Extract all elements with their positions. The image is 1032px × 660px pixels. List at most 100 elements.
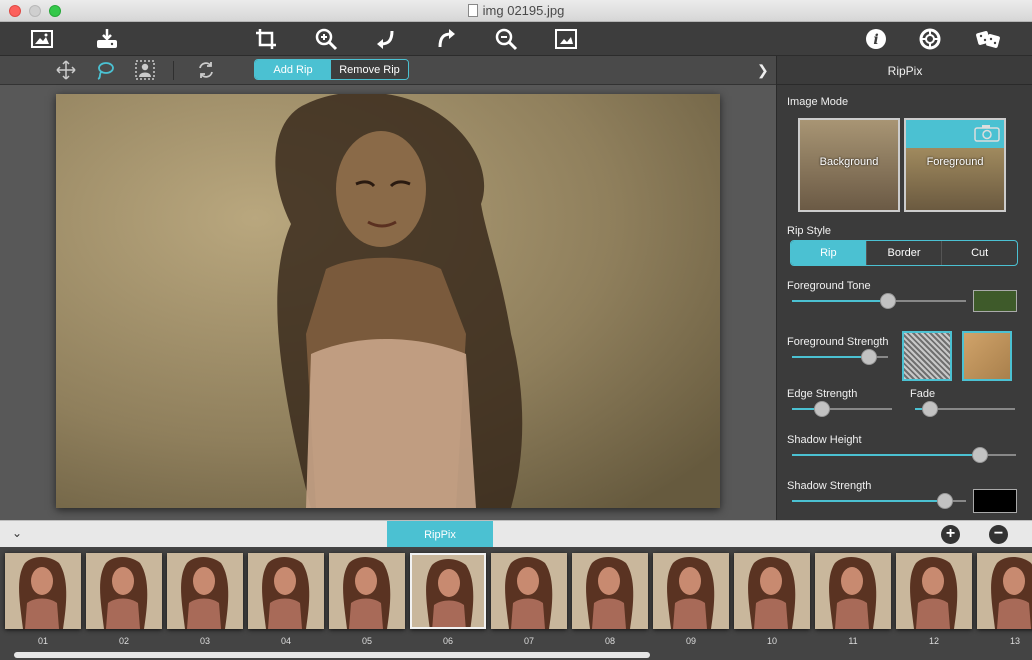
- preset-thumbnail[interactable]: [329, 553, 405, 629]
- rip-style-label: Rip Style: [787, 225, 832, 237]
- preset-preview: [653, 553, 729, 629]
- shadow-height-label: Shadow Height: [787, 434, 862, 446]
- chevron-down-icon[interactable]: ⌄: [12, 526, 22, 540]
- preset-preview: [491, 553, 567, 629]
- image-canvas[interactable]: [0, 85, 776, 519]
- style-rip-button[interactable]: Rip: [791, 241, 867, 265]
- foreground-tone-swatch[interactable]: [973, 290, 1017, 312]
- preset-thumbnail[interactable]: [5, 553, 81, 629]
- preset-number: 11: [848, 636, 858, 646]
- preset-thumbnail[interactable]: [815, 553, 891, 629]
- info-icon[interactable]: i: [862, 26, 890, 52]
- preset-preview: [5, 553, 81, 629]
- window-title-text: img 02195.jpg: [482, 3, 565, 18]
- preset-thumbnail[interactable]: [248, 553, 324, 629]
- style-border-button[interactable]: Border: [867, 241, 943, 265]
- preset-thumbnail[interactable]: [167, 553, 243, 629]
- foreground-tone-label: Foreground Tone: [787, 280, 871, 292]
- preset-thumbnail[interactable]: [86, 553, 162, 629]
- edge-strength-slider[interactable]: [792, 401, 892, 417]
- svg-text:i: i: [873, 32, 878, 48]
- foreground-strength-slider[interactable]: [792, 349, 888, 365]
- move-icon[interactable]: [54, 59, 78, 81]
- app-window: img 02195.jpg i Add Rip Remove Rip ❯ Rip…: [0, 0, 1032, 660]
- preset-number: 10: [766, 636, 777, 646]
- preset-preview: [167, 553, 243, 629]
- preset-number: 13: [1009, 636, 1020, 646]
- mode-foreground-thumb[interactable]: Foreground: [904, 118, 1006, 212]
- slider-knob[interactable]: [922, 401, 938, 417]
- tool-options-bar: Add Rip Remove Rip: [0, 56, 776, 85]
- preset-thumbnail[interactable]: [491, 553, 567, 629]
- preset-thumbnail[interactable]: [410, 553, 486, 629]
- window-title: img 02195.jpg: [0, 3, 1032, 18]
- texture-paper-thumb[interactable]: [902, 331, 952, 381]
- preset-number: 12: [928, 636, 939, 646]
- preset-preview: [412, 555, 484, 627]
- texture-wood-thumb[interactable]: [962, 331, 1012, 381]
- mode-background-label: Background: [819, 156, 879, 168]
- title-bar: img 02195.jpg: [0, 0, 1032, 22]
- remove-preset-icon[interactable]: −: [989, 525, 1008, 544]
- slider-knob[interactable]: [814, 401, 830, 417]
- person-select-icon[interactable]: [133, 59, 157, 81]
- fade-slider[interactable]: [915, 401, 1015, 417]
- crop-icon[interactable]: [252, 26, 280, 52]
- toolbar-divider: [173, 61, 174, 80]
- refresh-icon[interactable]: [194, 59, 218, 81]
- rotate-right-icon[interactable]: [432, 26, 460, 52]
- preset-number: 04: [280, 636, 291, 646]
- mode-background-thumb[interactable]: Background: [798, 118, 900, 212]
- preset-preview: [734, 553, 810, 629]
- zoom-out-icon[interactable]: [492, 26, 520, 52]
- preset-preview: [896, 553, 972, 629]
- zoom-in-icon[interactable]: [312, 26, 340, 52]
- preset-number: 05: [361, 636, 372, 646]
- preset-preview: [572, 553, 648, 629]
- slider-knob[interactable]: [937, 493, 954, 509]
- preset-number: 08: [604, 636, 615, 646]
- remove-rip-button[interactable]: Remove Rip: [331, 60, 408, 79]
- style-cut-button[interactable]: Cut: [942, 241, 1017, 265]
- preset-number: 03: [199, 636, 210, 646]
- open-image-icon[interactable]: [28, 26, 56, 52]
- chevron-right-icon[interactable]: ❯: [757, 62, 769, 79]
- foreground-tone-slider[interactable]: [792, 293, 966, 309]
- shadow-color-swatch[interactable]: [973, 489, 1017, 513]
- help-icon[interactable]: [916, 26, 944, 52]
- preset-thumbnail[interactable]: [572, 553, 648, 629]
- preset-thumbnail[interactable]: [896, 553, 972, 629]
- preset-thumbnail[interactable]: [653, 553, 729, 629]
- camera-icon: [974, 125, 1000, 142]
- preset-number: 07: [523, 636, 534, 646]
- preset-number: 01: [37, 636, 48, 646]
- panel-header: ❯ RipPix: [757, 56, 1032, 85]
- dice-random-icon[interactable]: [974, 26, 1002, 52]
- add-rip-button[interactable]: Add Rip: [255, 60, 331, 79]
- preset-preview: [86, 553, 162, 629]
- save-download-icon[interactable]: [93, 26, 121, 52]
- photo-illustration: [56, 94, 720, 508]
- edited-photo[interactable]: [56, 94, 720, 508]
- slider-knob[interactable]: [879, 293, 896, 309]
- slider-knob[interactable]: [972, 447, 989, 463]
- add-preset-icon[interactable]: +: [941, 525, 960, 544]
- filmstrip-tab-rippix[interactable]: RipPix: [387, 521, 493, 548]
- filmstrip-scrollbar[interactable]: [14, 652, 650, 658]
- lasso-icon[interactable]: [93, 59, 117, 81]
- preset-number: 09: [685, 636, 696, 646]
- preset-thumbnail[interactable]: [734, 553, 810, 629]
- document-icon: [467, 4, 478, 17]
- preset-number: 02: [118, 636, 129, 646]
- preset-thumbnail[interactable]: [977, 553, 1032, 629]
- shadow-strength-label: Shadow Strength: [787, 480, 872, 492]
- preset-number: 06: [442, 636, 453, 646]
- preset-preview: [248, 553, 324, 629]
- shadow-strength-slider[interactable]: [792, 493, 966, 509]
- shadow-height-slider[interactable]: [792, 447, 1016, 463]
- preset-preview: [815, 553, 891, 629]
- rotate-left-icon[interactable]: [372, 26, 400, 52]
- slider-knob[interactable]: [860, 349, 877, 365]
- fit-image-icon[interactable]: [552, 26, 580, 52]
- fade-label: Fade: [910, 388, 936, 400]
